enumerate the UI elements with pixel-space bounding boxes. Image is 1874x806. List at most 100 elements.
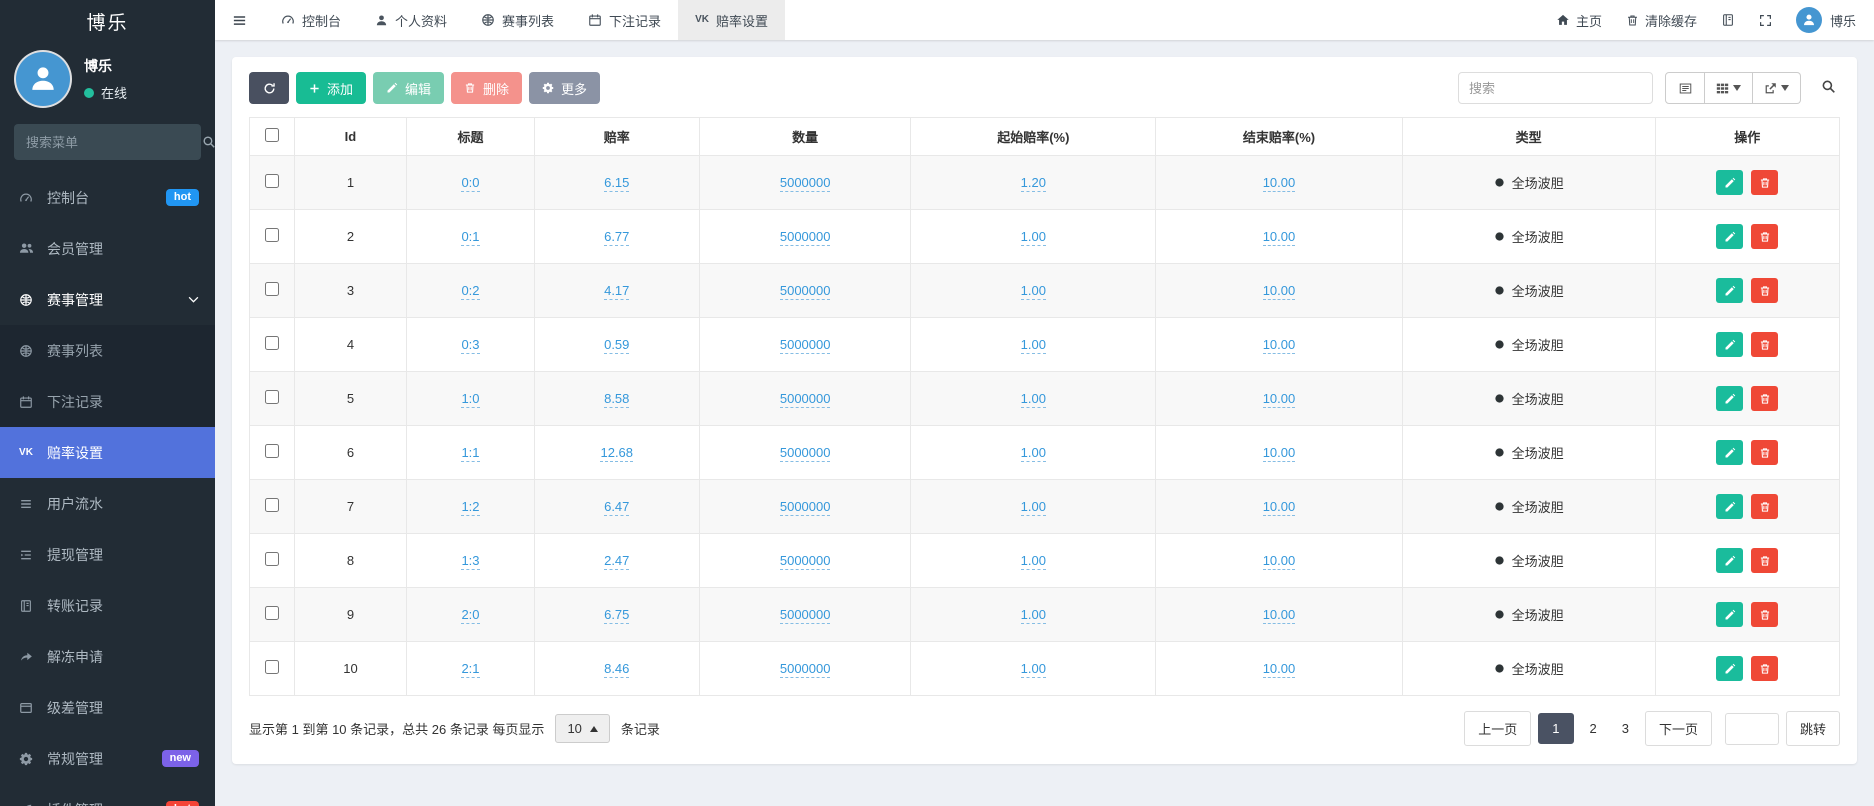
page-size-dropdown[interactable]: 10 <box>555 714 609 743</box>
odds-link[interactable]: 2.47 <box>604 553 629 570</box>
odds-link[interactable]: 6.15 <box>604 175 629 192</box>
title-link[interactable]: 0:2 <box>461 283 479 300</box>
row-checkbox[interactable] <box>265 336 279 350</box>
edit-button[interactable]: 编辑 <box>373 72 444 104</box>
start-odds-link[interactable]: 1.00 <box>1021 229 1046 246</box>
amount-link[interactable]: 5000000 <box>780 499 831 516</box>
sidebar-item-1[interactable]: 会员管理 <box>0 223 215 274</box>
odds-link[interactable]: 8.46 <box>604 661 629 678</box>
delete-row-button[interactable] <box>1751 494 1778 519</box>
title-link[interactable]: 2:1 <box>461 661 479 678</box>
end-odds-link[interactable]: 10.00 <box>1263 229 1296 246</box>
delete-row-button[interactable] <box>1751 602 1778 627</box>
search-submit-button[interactable] <box>1817 75 1840 101</box>
odds-link[interactable]: 4.17 <box>604 283 629 300</box>
edit-row-button[interactable] <box>1716 602 1743 627</box>
odds-link[interactable]: 12.68 <box>600 445 633 462</box>
columns-button[interactable] <box>1705 72 1753 104</box>
row-checkbox[interactable] <box>265 498 279 512</box>
search-input[interactable] <box>1458 72 1653 104</box>
delete-row-button[interactable] <box>1751 224 1778 249</box>
add-button[interactable]: 添加 <box>296 72 366 104</box>
sidebar-item-4[interactable]: 提现管理 <box>0 529 215 580</box>
export-button[interactable] <box>1753 72 1801 104</box>
title-link[interactable]: 0:1 <box>461 229 479 246</box>
prev-page-button[interactable]: 上一页 <box>1464 711 1531 746</box>
start-odds-link[interactable]: 1.00 <box>1021 607 1046 624</box>
edit-row-button[interactable] <box>1716 170 1743 195</box>
sidebar-item-6[interactable]: 解冻申请 <box>0 631 215 682</box>
jump-page-input[interactable] <box>1725 713 1779 745</box>
row-checkbox[interactable] <box>265 606 279 620</box>
menu-toggle-button[interactable] <box>215 0 264 40</box>
amount-link[interactable]: 5000000 <box>780 229 831 246</box>
amount-link[interactable]: 5000000 <box>780 337 831 354</box>
refresh-button[interactable] <box>249 72 289 104</box>
row-checkbox[interactable] <box>265 282 279 296</box>
jump-button[interactable]: 跳转 <box>1786 711 1840 746</box>
end-odds-link[interactable]: 10.00 <box>1263 175 1296 192</box>
delete-row-button[interactable] <box>1751 278 1778 303</box>
title-link[interactable]: 1:1 <box>461 445 479 462</box>
start-odds-link[interactable]: 1.00 <box>1021 391 1046 408</box>
odds-link[interactable]: 8.58 <box>604 391 629 408</box>
odds-link[interactable]: 0.59 <box>604 337 629 354</box>
page-button-2[interactable]: 2 <box>1581 714 1606 743</box>
title-link[interactable]: 2:0 <box>461 607 479 624</box>
edit-row-button[interactable] <box>1716 494 1743 519</box>
end-odds-link[interactable]: 10.00 <box>1263 283 1296 300</box>
sidebar-item-9[interactable]: 插件管理hot <box>0 784 215 806</box>
row-checkbox[interactable] <box>265 390 279 404</box>
start-odds-link[interactable]: 1.00 <box>1021 283 1046 300</box>
sidebar-item-7[interactable]: 级差管理 <box>0 682 215 733</box>
book-icon[interactable] <box>1721 13 1735 27</box>
edit-row-button[interactable] <box>1716 656 1743 681</box>
sidebar-item-5[interactable]: 转账记录 <box>0 580 215 631</box>
odds-link[interactable]: 6.75 <box>604 607 629 624</box>
nav-tab-1[interactable]: 个人资料 <box>358 0 464 40</box>
sidebar-item-3[interactable]: 用户流水 <box>0 478 215 529</box>
page-button-3[interactable]: 3 <box>1613 714 1638 743</box>
title-link[interactable]: 1:0 <box>461 391 479 408</box>
sidebar-search-input[interactable] <box>26 135 202 150</box>
delete-row-button[interactable] <box>1751 170 1778 195</box>
delete-row-button[interactable] <box>1751 548 1778 573</box>
home-link[interactable]: 主页 <box>1556 11 1602 30</box>
nav-tab-3[interactable]: 下注记录 <box>571 0 678 40</box>
amount-link[interactable]: 5000000 <box>780 445 831 462</box>
row-checkbox[interactable] <box>265 228 279 242</box>
delete-row-button[interactable] <box>1751 656 1778 681</box>
edit-row-button[interactable] <box>1716 440 1743 465</box>
edit-row-button[interactable] <box>1716 386 1743 411</box>
nav-tab-4[interactable]: VK赔率设置 <box>678 0 785 40</box>
amount-link[interactable]: 5000000 <box>780 553 831 570</box>
end-odds-link[interactable]: 10.00 <box>1263 661 1296 678</box>
start-odds-link[interactable]: 1.00 <box>1021 553 1046 570</box>
start-odds-link[interactable]: 1.20 <box>1021 175 1046 192</box>
amount-link[interactable]: 5000000 <box>780 607 831 624</box>
sidebar-subitem-0[interactable]: 赛事列表 <box>0 325 215 376</box>
row-checkbox[interactable] <box>265 444 279 458</box>
fullscreen-icon[interactable] <box>1759 14 1772 27</box>
amount-link[interactable]: 5000000 <box>780 175 831 192</box>
end-odds-link[interactable]: 10.00 <box>1263 445 1296 462</box>
sidebar-item-8[interactable]: 常规管理new <box>0 733 215 784</box>
end-odds-link[interactable]: 10.00 <box>1263 391 1296 408</box>
amount-link[interactable]: 5000000 <box>780 661 831 678</box>
title-link[interactable]: 1:2 <box>461 499 479 516</box>
nav-tab-0[interactable]: 控制台 <box>264 0 358 40</box>
title-link[interactable]: 1:3 <box>461 553 479 570</box>
edit-row-button[interactable] <box>1716 548 1743 573</box>
page-button-1[interactable]: 1 <box>1538 713 1573 744</box>
delete-row-button[interactable] <box>1751 386 1778 411</box>
row-checkbox[interactable] <box>265 660 279 674</box>
select-all-checkbox[interactable] <box>265 128 279 142</box>
start-odds-link[interactable]: 1.00 <box>1021 499 1046 516</box>
sidebar-subitem-2[interactable]: VK赔率设置 <box>0 427 215 478</box>
more-button[interactable]: 更多 <box>529 72 600 104</box>
end-odds-link[interactable]: 10.00 <box>1263 553 1296 570</box>
nav-tab-2[interactable]: 赛事列表 <box>464 0 571 40</box>
odds-link[interactable]: 6.77 <box>604 229 629 246</box>
amount-link[interactable]: 5000000 <box>780 283 831 300</box>
detail-view-button[interactable] <box>1665 72 1705 104</box>
